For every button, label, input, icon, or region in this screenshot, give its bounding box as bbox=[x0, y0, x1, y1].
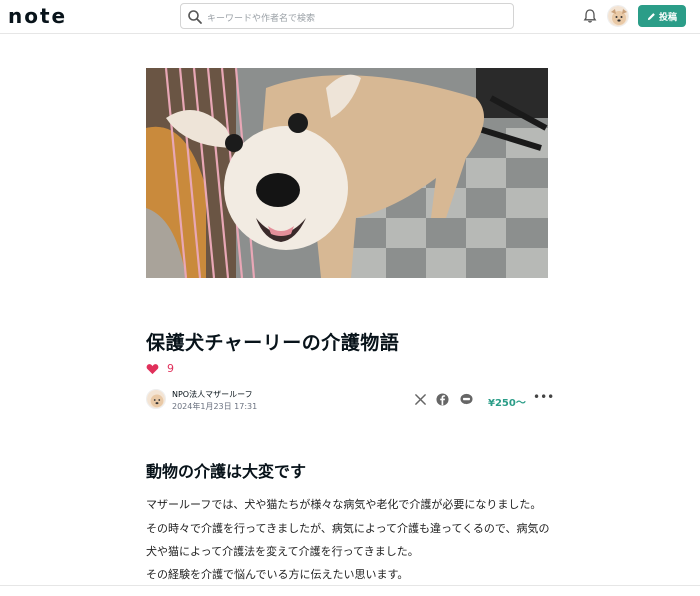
pencil-icon bbox=[647, 12, 655, 20]
paragraph-line-3: 犬や猫によって介護法を変えて介護を行ってきました。 bbox=[146, 545, 419, 558]
article-hero-image bbox=[146, 68, 548, 278]
paragraph-line-2: その時々で介護を行ってきましたが、病気によって介護も違ってくるので、病気の bbox=[146, 522, 550, 535]
author-name[interactable]: NPO法人マザールーフ bbox=[172, 389, 253, 400]
author-avatar[interactable] bbox=[146, 389, 166, 409]
search-box[interactable]: キーワードや作者名で検索 bbox=[180, 3, 514, 29]
section-heading: 動物の介護は大変です bbox=[146, 462, 307, 481]
x-share-icon[interactable] bbox=[414, 393, 427, 406]
more-menu-button[interactable]: ••• bbox=[533, 390, 554, 404]
line-share-icon[interactable] bbox=[460, 393, 473, 406]
price-label[interactable]: ¥250〜 bbox=[488, 394, 526, 409]
note-logo[interactable]: note bbox=[8, 4, 67, 28]
like-area: 9 bbox=[146, 362, 174, 375]
author-avatar-image bbox=[147, 390, 165, 408]
author-row: NPO法人マザールーフ 2024年1月23日 17:31 ¥250〜 ••• bbox=[146, 388, 554, 412]
facebook-share-icon[interactable] bbox=[436, 393, 449, 406]
bell-icon[interactable] bbox=[582, 8, 598, 24]
avatar-image bbox=[608, 6, 628, 26]
search-icon bbox=[188, 10, 202, 24]
dog-photo bbox=[146, 68, 548, 278]
bottom-divider bbox=[0, 585, 700, 586]
post-button[interactable]: 投稿 bbox=[638, 5, 686, 27]
user-avatar[interactable] bbox=[607, 5, 629, 27]
like-count[interactable]: 9 bbox=[167, 362, 174, 375]
heart-icon[interactable] bbox=[146, 363, 159, 375]
paragraph-line-1: マザールーフでは、犬や猫たちが様々な病気や老化で介護が必要になりました。 bbox=[146, 498, 542, 511]
post-button-label: 投稿 bbox=[658, 12, 677, 23]
paragraph-line-4: その経験を介護で悩んでいる方に伝えたい思います。 bbox=[146, 568, 409, 581]
search-placeholder: キーワードや作者名で検索 bbox=[207, 14, 316, 24]
publish-date: 2024年1月23日 17:31 bbox=[172, 402, 258, 411]
article-title: 保護犬チャーリーの介護物語 bbox=[146, 332, 400, 354]
top-header: note キーワードや作者名で検索 投稿 bbox=[0, 0, 700, 34]
